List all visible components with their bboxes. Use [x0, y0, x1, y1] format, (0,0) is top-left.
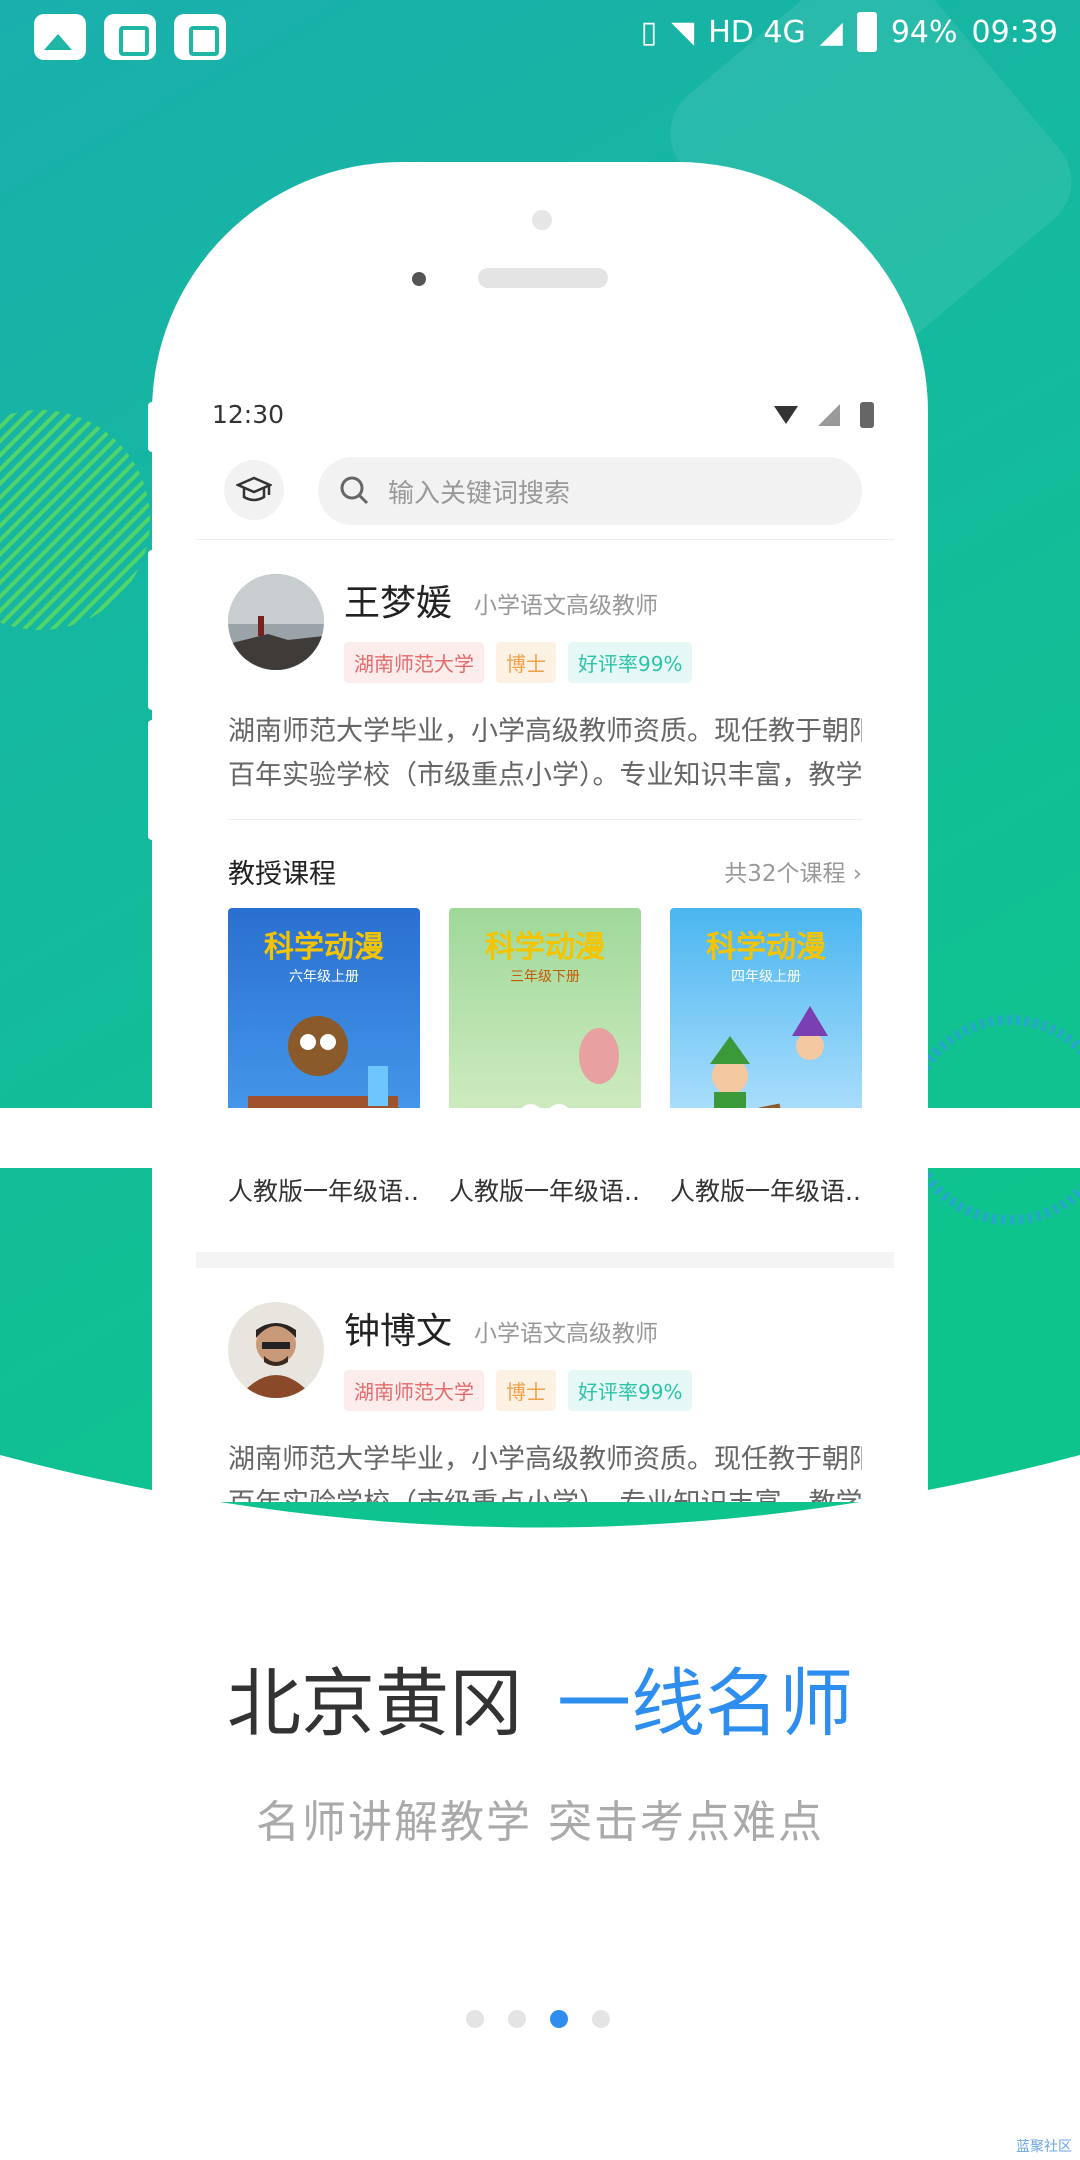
teacher-avatar — [228, 1302, 324, 1398]
tag-rating: 好评率99% — [568, 642, 693, 683]
promo-subline: 名师讲解教学 突击考点难点 — [256, 1797, 824, 1848]
store-notification-icon — [104, 14, 156, 60]
clock: 09:39 — [971, 14, 1058, 50]
description-line: 湖南师范大学毕业，小学高级教师资质。现任教于朝阳区 — [228, 716, 862, 747]
cover-title: 科学动漫 — [706, 930, 826, 965]
cover-subtitle: 六年级上册 — [289, 969, 359, 985]
store-notification-icon-2 — [174, 14, 226, 60]
tag-degree: 博士 — [496, 642, 556, 683]
teacher-name: 钟博文 — [344, 1311, 453, 1352]
screen-fade — [0, 1108, 1080, 1168]
signal-icon — [818, 404, 840, 426]
description-line: 百年实验学校（市级重点小学）。专业知识丰富，教学 — [228, 1482, 862, 1502]
cover-title: 科学动漫 — [264, 930, 384, 965]
chevron-right-icon: › — [852, 861, 862, 887]
teacher-title: 小学语文高级教师 — [474, 1321, 658, 1347]
vibrate-icon: ▯ — [640, 14, 658, 50]
wifi-icon — [774, 406, 798, 424]
courses-count-link[interactable]: 共32个课程 › — [724, 854, 862, 888]
course-name: 人教版一年级语... — [670, 1177, 862, 1206]
search-input[interactable]: 输入关键词搜索 — [318, 457, 862, 525]
graduation-cap-icon — [236, 476, 272, 502]
teacher-description: 湖南师范大学毕业，小学高级教师资质。现任教于朝阳区 百年实验学校（市级重点小学）… — [228, 710, 862, 820]
tag-university: 湖南师范大学 — [344, 1370, 484, 1411]
page-dot[interactable] — [592, 2010, 610, 2028]
cover-title: 科学动漫 — [485, 930, 605, 965]
phone-side-button — [148, 720, 156, 840]
promo-headline: 北京黄冈 一线名师 — [0, 1644, 1080, 1751]
tag-rating: 好评率99% — [568, 1370, 693, 1411]
screen-header: 输入关键词搜索 — [196, 450, 894, 540]
teacher-description: 湖南师范大学毕业，小学高级教师资质。现任教于朝阳区 百年实验学校（市级重点小学）… — [228, 1438, 862, 1502]
phone-camera — [412, 272, 426, 286]
courses-label: 教授课程 — [228, 859, 336, 890]
phone-earpiece — [478, 268, 608, 288]
signal-icon: ◢ — [819, 14, 843, 50]
courses-count: 共32个课程 — [724, 861, 846, 887]
headline-gray: 北京黄冈 — [227, 1661, 523, 1747]
description-line: 湖南师范大学毕业，小学高级教师资质。现任教于朝阳区 — [228, 1444, 862, 1475]
watermark: 蓝聚社区 — [1016, 2139, 1072, 2155]
wifi-icon: ◥ — [671, 14, 695, 50]
cover-subtitle: 四年级上册 — [731, 969, 801, 985]
page-dot[interactable] — [466, 2010, 484, 2028]
phone-side-button — [148, 402, 156, 452]
search-placeholder: 输入关键词搜索 — [388, 478, 571, 509]
search-icon — [340, 476, 369, 505]
phone-side-button — [148, 550, 156, 710]
page-dot-active[interactable] — [550, 2010, 568, 2028]
description-line: 百年实验学校（市级重点小学）。专业知识丰富，教学... — [228, 760, 862, 791]
course-name: 人教版一年级语... — [228, 1177, 420, 1206]
page-indicator[interactable] — [466, 2010, 610, 2028]
course-name: 人教版一年级语... — [449, 1177, 641, 1206]
headline-blue: 一线名师 — [557, 1661, 853, 1747]
teacher-tags: 湖南师范大学 博士 好评率99% — [344, 1370, 693, 1411]
teacher-card[interactable]: 钟博文 小学语文高级教师 湖南师范大学 博士 好评率99% 湖南师范大学毕业，小… — [196, 1268, 894, 1502]
battery-icon — [860, 402, 874, 428]
network-label: HD 4G — [708, 14, 806, 50]
teacher-title: 小学语文高级教师 — [474, 593, 658, 619]
gallery-notification-icon — [34, 14, 86, 60]
page-dot[interactable] — [508, 2010, 526, 2028]
battery-icon — [856, 12, 877, 52]
screen-clock: 12:30 — [212, 400, 285, 429]
graduation-cap-button[interactable] — [224, 460, 284, 520]
courses-header[interactable]: 教授课程 共32个课程 › — [228, 820, 862, 908]
phone-screen: 12:30 输入关键词搜索 王梦媛 小学语文高级教师 湖南师范大学 博士 好评率… — [196, 386, 894, 1502]
tag-degree: 博士 — [496, 1370, 556, 1411]
teacher-name: 王梦媛 — [344, 583, 453, 624]
phone-sensor — [532, 210, 552, 230]
screen-status-bar: 12:30 — [196, 386, 894, 450]
tag-university: 湖南师范大学 — [344, 642, 484, 683]
teacher-tags: 湖南师范大学 博士 好评率99% — [344, 642, 693, 683]
battery-percent: 94% — [890, 14, 958, 50]
teacher-avatar — [228, 574, 324, 670]
cover-subtitle: 三年级下册 — [510, 969, 580, 985]
system-status-bar: ▯ ◥ HD 4G ◢ 94% 09:39 — [0, 0, 1080, 72]
